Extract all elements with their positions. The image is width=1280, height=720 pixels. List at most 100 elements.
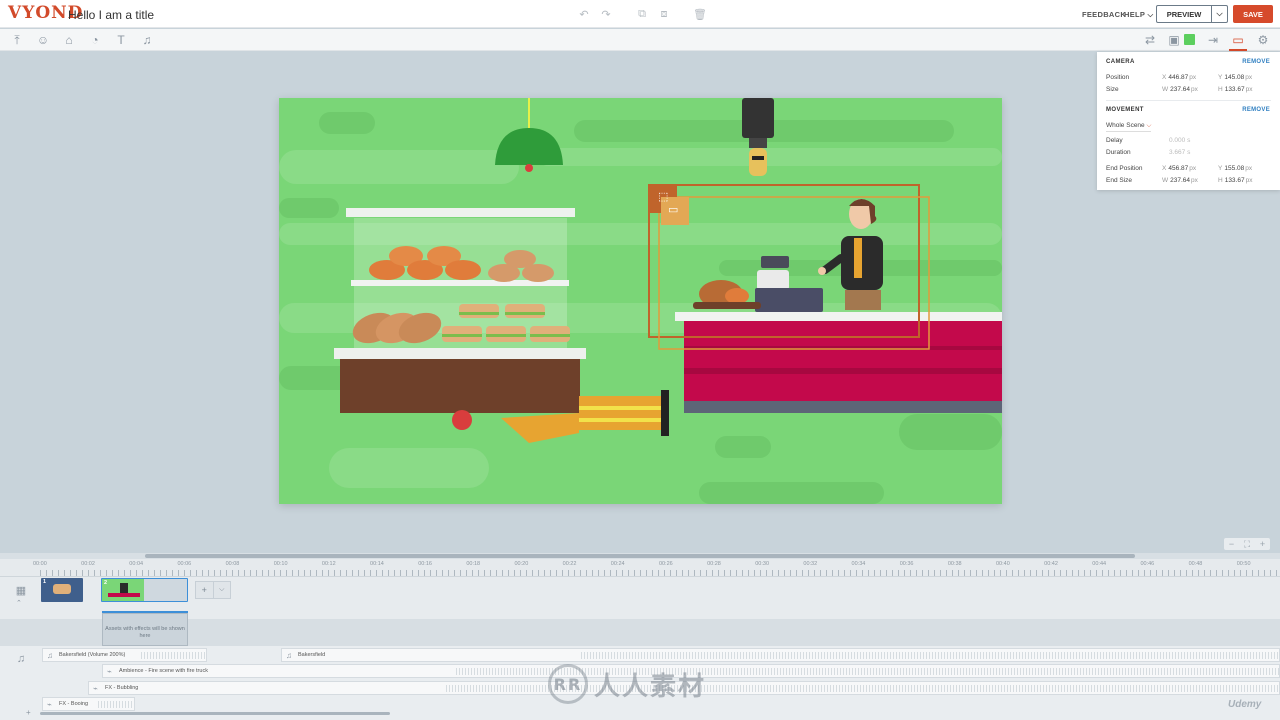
upload-icon[interactable]: ⤒ xyxy=(9,32,25,48)
audio-icon: ⌁ xyxy=(107,667,112,676)
end-position-label: End Position xyxy=(1106,165,1143,172)
preview-label: PREVIEW xyxy=(1166,9,1202,19)
scene-canvas[interactable]: ⬚ ▭ xyxy=(279,98,1002,504)
asset-toolbar: ⤒ ☺ ⌂ ◔ T ♫ ⇄ ▣ ⇥ ▭ ⚙ xyxy=(0,29,1280,51)
save-button[interactable]: SAVE xyxy=(1233,5,1273,23)
chart-icon[interactable]: ◔ xyxy=(87,32,103,48)
size-label: Size xyxy=(1106,86,1119,93)
position-x-field[interactable]: X 446.87px xyxy=(1162,74,1196,81)
effects-track xyxy=(0,619,1280,646)
remove-camera-button[interactable]: REMOVE xyxy=(1242,59,1270,65)
watermark: RR 人人素材 xyxy=(548,664,706,704)
audio-track[interactable]: ♫ Bakersfield xyxy=(281,648,1280,662)
swap-icon[interactable]: ⇄ xyxy=(1142,32,1158,48)
film-icon: ▦ xyxy=(15,584,27,597)
fit-screen-icon[interactable]: ⛶ xyxy=(1244,539,1250,550)
delay-field[interactable]: 0.000 s xyxy=(1169,137,1190,144)
timeline-horizontal-scrollbar[interactable] xyxy=(40,712,390,715)
audio-icon[interactable]: ♫ xyxy=(139,32,155,48)
effects-placeholder: Assets with effects will be shown here xyxy=(102,613,188,646)
ruler-time-label: 00:30 xyxy=(755,561,770,567)
zoom-in-icon[interactable]: + xyxy=(1260,539,1265,549)
camera-end-icon[interactable]: ▭ xyxy=(668,203,678,216)
delete-icon[interactable]: 🗑 xyxy=(692,6,708,22)
add-track-icon[interactable]: + xyxy=(26,708,31,717)
collapse-icon[interactable]: ⌃ xyxy=(16,599,22,607)
zoom-controls: − ⛶ + xyxy=(1224,538,1270,550)
audio-track[interactable]: ⌁ FX - Booing xyxy=(42,697,135,711)
scrollbar-thumb[interactable] xyxy=(145,554,1135,558)
movement-select[interactable]: Whole Scene ⌵ xyxy=(1106,122,1152,132)
ruler-ticks xyxy=(40,570,1280,576)
scene-thumbnail-2[interactable]: 2 xyxy=(101,578,188,602)
audio-track[interactable]: ♫ Bakersfield (Volume 200%) xyxy=(42,648,207,662)
camera-icon[interactable]: ▭ xyxy=(1230,32,1246,48)
end-position-y-field[interactable]: Y 155.08px xyxy=(1218,165,1252,172)
audio-track-label: Bakersfield xyxy=(298,652,326,658)
timeline-ruler[interactable]: 00:00 00:02 00:04 00:06 00:08 00:10 00:12 00:14… xyxy=(0,559,1280,577)
position-x-value: 446.87 xyxy=(1168,74,1189,81)
position-y-value: 145.08 xyxy=(1224,74,1245,81)
audio-track-label: FX - Booing xyxy=(59,701,89,707)
zoom-out-icon[interactable]: − xyxy=(1229,539,1234,549)
preview-button[interactable]: PREVIEW ⌵ xyxy=(1156,5,1228,23)
ruler-time-label: 00:48 xyxy=(1188,561,1203,567)
chevron-down-icon[interactable]: ⌵ xyxy=(212,582,231,598)
delay-value: 0.000 xyxy=(1169,137,1186,144)
movement-select-value: Whole Scene xyxy=(1106,122,1145,129)
settings-icon[interactable]: ⚙ xyxy=(1255,32,1271,48)
audio-icon: ⌁ xyxy=(93,684,98,693)
help-menu[interactable]: HELP ⌵ xyxy=(1124,10,1153,20)
props-icon[interactable]: ⌂ xyxy=(61,32,77,48)
scene-thumbnail-1[interactable]: 1 xyxy=(41,578,83,602)
copy-icon[interactable]: ⧉ xyxy=(634,6,650,22)
px-unit: px xyxy=(1191,86,1198,93)
end-size-h-value: 133.67 xyxy=(1224,177,1245,184)
ruler-time-label: 00:14 xyxy=(370,561,384,567)
px-unit: px xyxy=(1245,165,1253,172)
px-unit: px xyxy=(1245,86,1253,93)
size-h-field[interactable]: H 133.67px xyxy=(1218,86,1252,93)
px-unit: px xyxy=(1189,74,1197,81)
bread-basket xyxy=(693,280,761,309)
audio-icon: ♫ xyxy=(286,651,292,660)
image-icon[interactable]: ▣ xyxy=(1166,32,1182,48)
duration-label: Duration xyxy=(1106,149,1131,156)
ruler-time-label: 00:10 xyxy=(273,561,288,567)
ruler-time-label: 00:44 xyxy=(1092,561,1107,567)
lamp-bulb xyxy=(525,164,533,172)
remove-movement-button[interactable]: REMOVE xyxy=(1242,107,1270,113)
project-title[interactable]: Hello I am a title xyxy=(68,8,154,22)
watermark-logo-icon: RR xyxy=(548,664,588,704)
active-tab-indicator xyxy=(1229,49,1247,51)
ruler-time-label: 00:36 xyxy=(899,561,914,567)
paste-icon[interactable]: ⧈ xyxy=(656,6,672,22)
divider xyxy=(1106,100,1271,101)
end-size-h-field[interactable]: H 133.67px xyxy=(1218,177,1252,184)
end-position-x-field[interactable]: X 456.87px xyxy=(1162,165,1196,172)
add-scene-button[interactable]: + xyxy=(196,582,213,598)
duration-field[interactable]: 3.667 s xyxy=(1169,149,1190,156)
scene-illustration xyxy=(334,98,1002,443)
camera-start-icon[interactable]: ⬚ xyxy=(658,190,668,203)
chevron-down-icon[interactable]: ⌵ xyxy=(1211,6,1227,22)
feedback-link[interactable]: FEEDBACK xyxy=(1082,10,1126,19)
enter-icon[interactable]: ⇥ xyxy=(1205,32,1221,48)
end-size-w-field[interactable]: W 237.64px xyxy=(1162,177,1198,184)
delay-label: Delay xyxy=(1106,137,1123,144)
ruler-time-label: 00:04 xyxy=(129,561,144,567)
ruler-time-label: 00:40 xyxy=(996,561,1010,567)
ruler-time-label: 00:12 xyxy=(321,561,336,567)
background-color-swatch[interactable] xyxy=(1184,34,1195,45)
character-icon[interactable]: ☺ xyxy=(35,32,51,48)
text-icon[interactable]: T xyxy=(113,32,129,48)
hanging-character xyxy=(742,98,774,176)
position-y-field[interactable]: Y 145.08px xyxy=(1218,74,1252,81)
redo-icon[interactable]: ↷ xyxy=(598,6,614,22)
ruler-time-label: 00:22 xyxy=(562,561,577,567)
size-w-field[interactable]: W 237.64px xyxy=(1162,86,1198,93)
camera-heading: CAMERA xyxy=(1106,59,1135,65)
ruler-time-label: 00:02 xyxy=(81,561,95,567)
undo-icon[interactable]: ↶ xyxy=(576,6,592,22)
ruler-time-label: 00:34 xyxy=(851,561,866,567)
